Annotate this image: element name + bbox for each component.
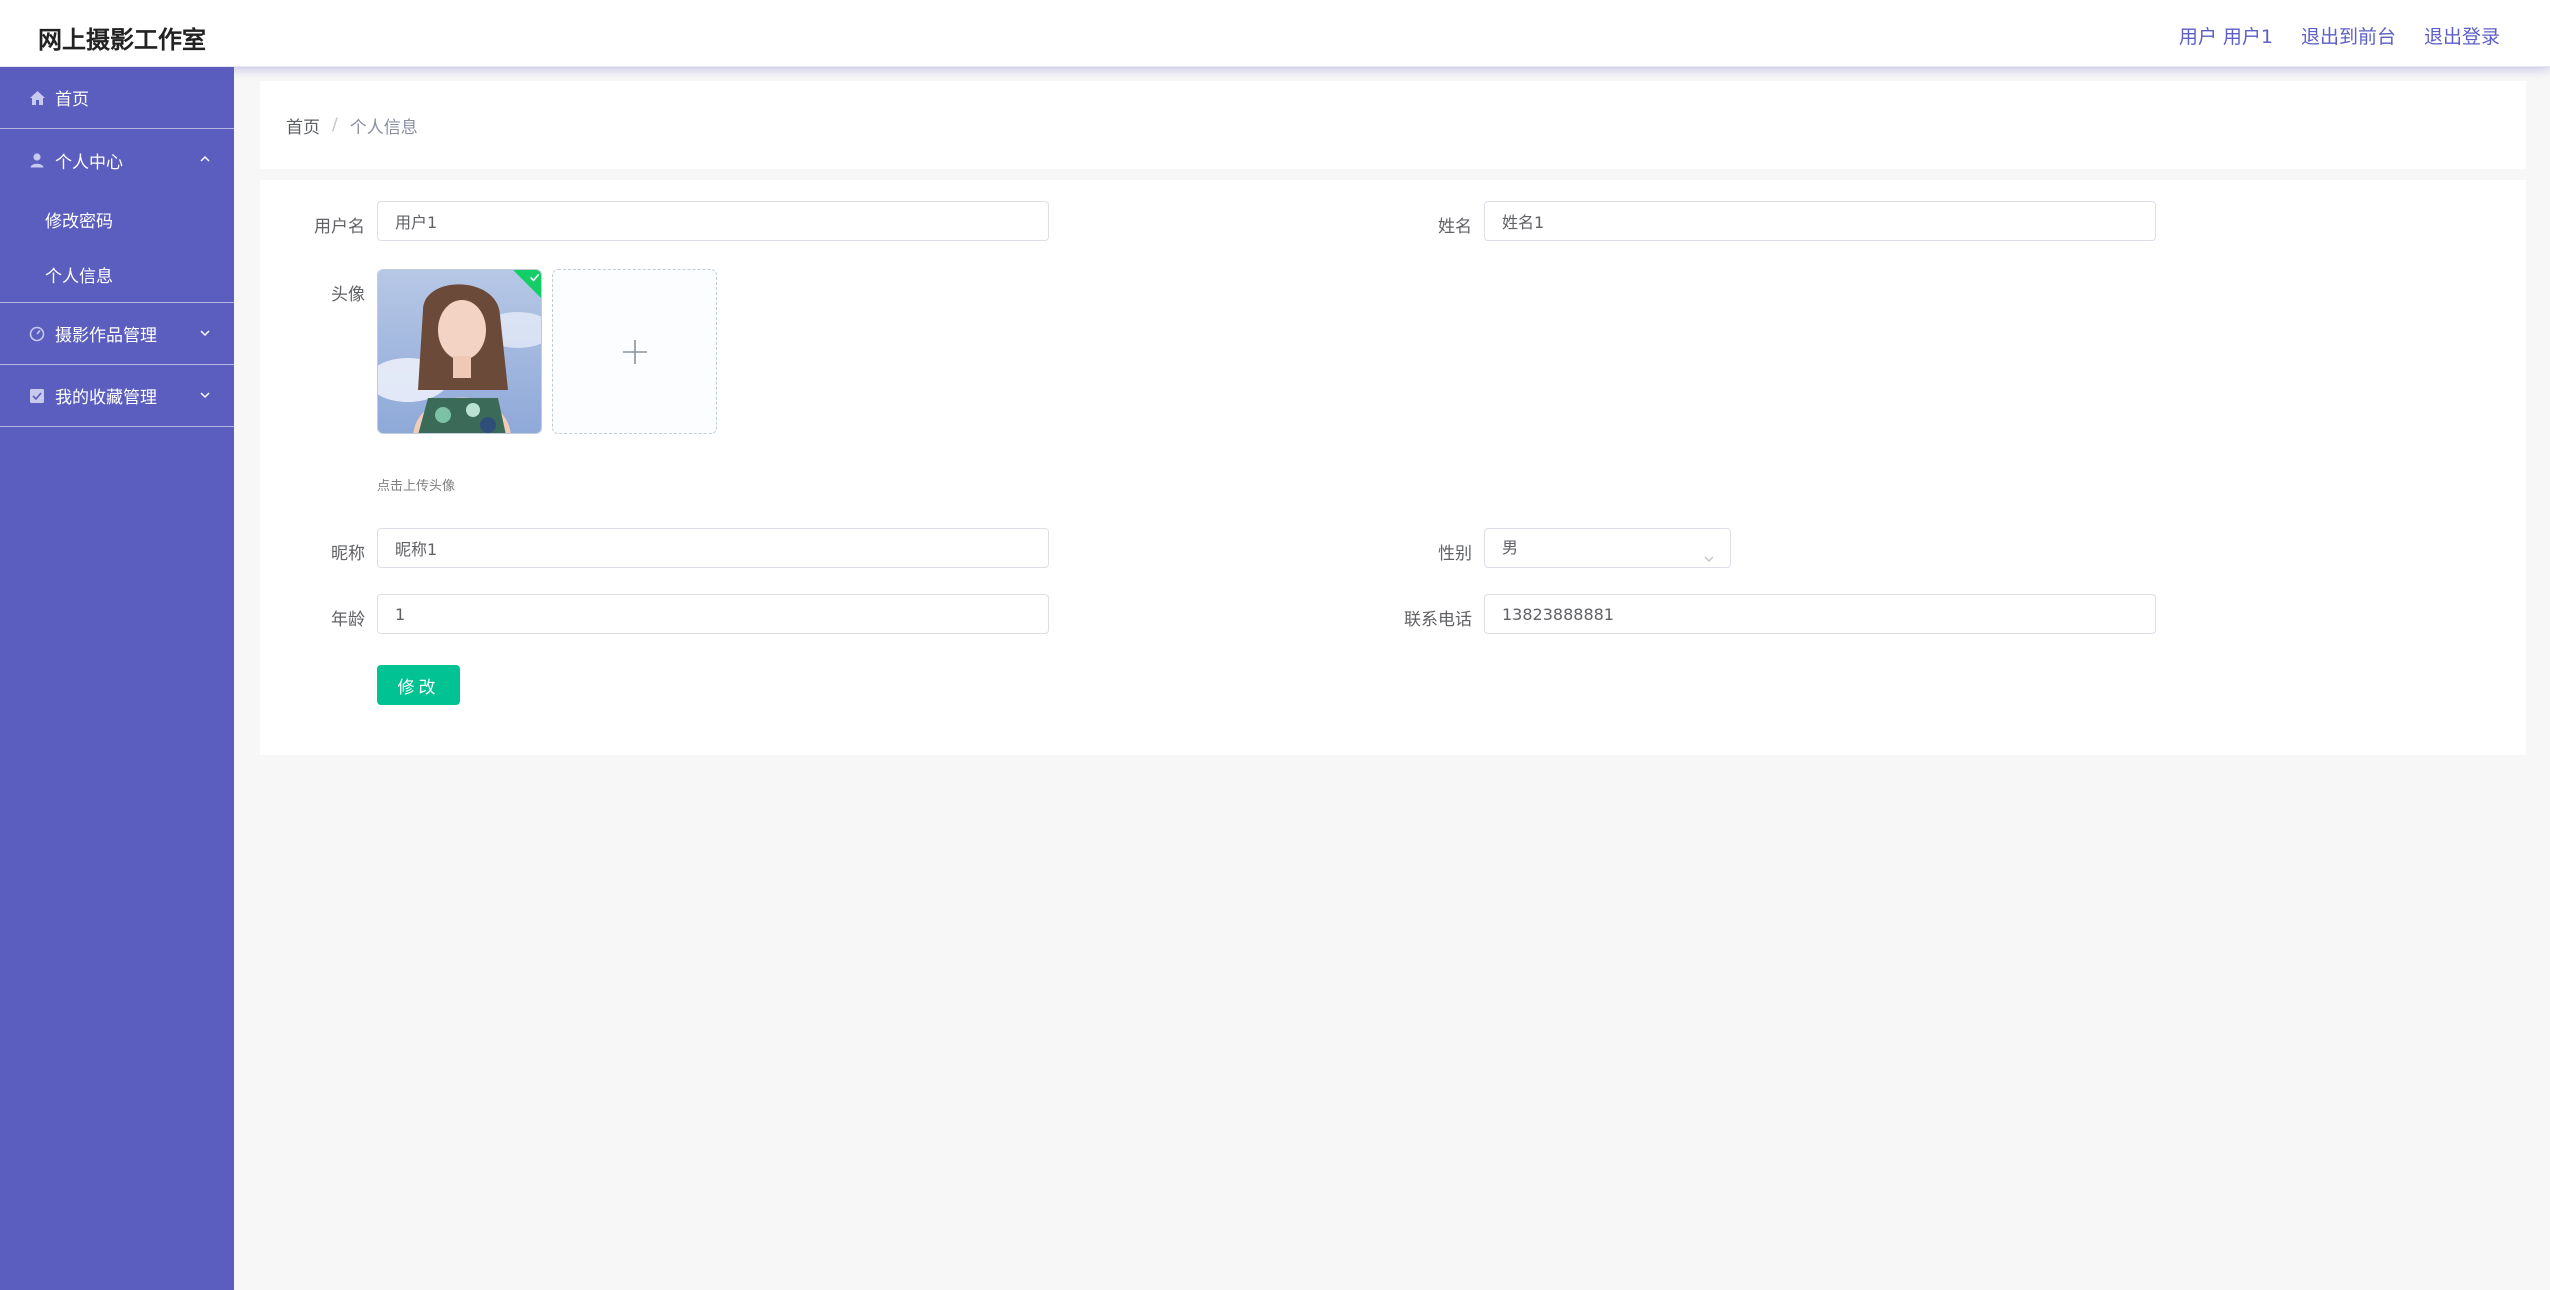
- nickname-field[interactable]: [377, 528, 1049, 568]
- username-field[interactable]: [377, 201, 1049, 241]
- check-square-icon: [28, 387, 46, 405]
- sidebar: 首页 个人中心 修改密码 个人信息 摄影作品管理 我的收藏管理: [0, 67, 234, 1290]
- app-title: 网上摄影工作室: [38, 26, 206, 54]
- sidebar-item-label: 个人中心: [55, 152, 123, 173]
- sidebar-item-photo-works[interactable]: 摄影作品管理: [0, 303, 234, 365]
- breadcrumb-home[interactable]: 首页: [286, 113, 320, 138]
- sidebar-item-label: 摄影作品管理: [55, 326, 157, 346]
- age-label: 年龄: [331, 610, 365, 630]
- sidebar-item-personal-center[interactable]: 个人中心: [0, 129, 234, 191]
- avatar-upload-button[interactable]: [552, 269, 717, 434]
- submit-button[interactable]: 修改: [377, 665, 460, 705]
- logout-link[interactable]: 退出登录: [2424, 22, 2500, 49]
- nickname-label: 昵称: [331, 544, 365, 564]
- phone-field[interactable]: [1484, 594, 2156, 634]
- name-field[interactable]: [1484, 201, 2156, 241]
- sidebar-item-change-password[interactable]: 修改密码: [0, 191, 234, 247]
- sidebar-item-label: 首页: [55, 90, 89, 110]
- chevron-down-icon: [198, 325, 212, 339]
- gender-label: 性别: [1438, 544, 1472, 564]
- sidebar-item-label: 我的收藏管理: [55, 388, 157, 408]
- gender-select[interactable]: 男: [1484, 528, 1731, 568]
- sidebar-item-my-favorites[interactable]: 我的收藏管理: [0, 365, 234, 427]
- name-label: 姓名: [1438, 217, 1472, 237]
- current-user-link[interactable]: 用户 用户1: [2179, 22, 2273, 49]
- phone-label: 联系电话: [1404, 610, 1472, 630]
- plus-icon: [622, 339, 648, 365]
- user-icon: [28, 151, 46, 169]
- profile-form: 用户名 姓名 头像: [260, 180, 2526, 755]
- home-icon: [28, 89, 46, 107]
- gender-value: 男: [1502, 538, 1519, 557]
- avatar-image[interactable]: [377, 269, 542, 434]
- avatar-hint: 点击上传头像: [377, 479, 456, 494]
- chevron-up-icon: [198, 151, 212, 165]
- breadcrumb-current: 个人信息: [349, 117, 418, 138]
- chevron-down-icon: [198, 387, 212, 401]
- breadcrumb-separator: /: [332, 115, 338, 135]
- main-content: 首页 / 个人信息 用户名 姓名 头像: [234, 67, 2550, 1290]
- back-to-front-link[interactable]: 退出到前台: [2301, 22, 2396, 49]
- username-label: 用户名: [314, 217, 365, 237]
- avatar-label: 头像: [331, 285, 365, 305]
- age-field[interactable]: [377, 594, 1049, 634]
- sidebar-item-home[interactable]: 首页: [0, 67, 234, 129]
- breadcrumb: 首页 / 个人信息: [260, 81, 2526, 169]
- gauge-icon: [28, 325, 46, 343]
- chevron-down-icon: [1702, 542, 1716, 562]
- top-links: 用户 用户1 退出到前台 退出登录: [2179, 22, 2500, 49]
- top-bar: 网上摄影工作室 用户 用户1 退出到前台 退出登录: [0, 0, 2550, 67]
- sidebar-item-personal-info[interactable]: 个人信息: [0, 247, 234, 303]
